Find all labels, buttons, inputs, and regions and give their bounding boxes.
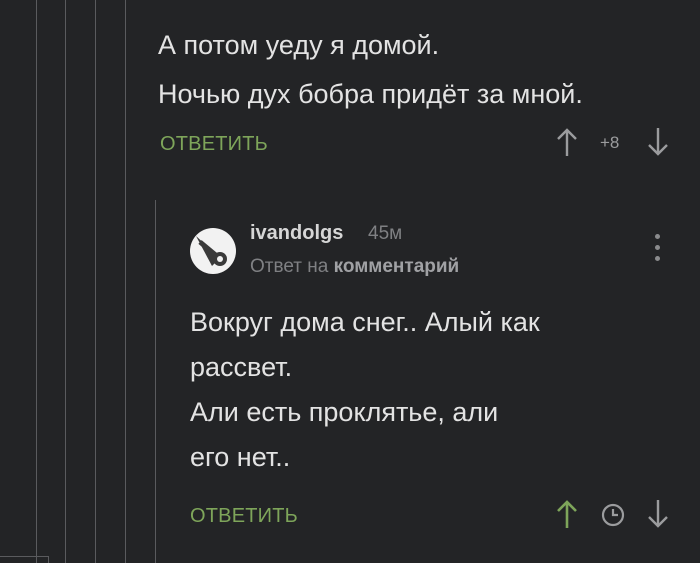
user-avatar-icon [196,236,227,266]
comment-text: А потом уеду я домой. Ночью дух бобра пр… [158,21,583,119]
upvote-arrow-icon[interactable] [556,126,578,158]
upvote-arrow-icon[interactable] [556,498,578,530]
clock-icon [601,503,625,527]
reply-to-prefix: Ответ на [250,256,329,277]
thread-line-3 [95,0,96,563]
thread-line-4 [125,0,126,563]
comment-line: Вокруг дома снег.. Алый как [190,307,540,337]
comment-line: рассвет. [190,352,293,382]
collapsed-thread-marker[interactable] [0,556,49,563]
downvote-arrow-icon[interactable] [647,126,669,158]
username[interactable]: ivandolgs [250,222,343,245]
reply-to-line: Ответ на комментарий [250,256,459,278]
thread-line-5 [155,200,156,563]
comment-line: А потом уеду я домой. [158,30,440,60]
thread-line-1 [36,0,37,563]
comment-time: 45м [368,223,403,244]
reply-button[interactable]: ОТВЕТИТЬ [160,133,268,156]
comment-line: Ночью дух бобра придёт за мной. [158,79,583,109]
comment-line: Али есть проклятье, али [190,397,499,427]
thread-line-2 [65,0,66,563]
more-vertical-icon[interactable] [655,234,661,264]
avatar[interactable] [190,228,236,274]
comment-text: Вокруг дома снег.. Алый как рассвет. Али… [190,300,540,480]
reply-to-link[interactable]: комментарий [334,256,460,277]
rating-count: +8 [600,133,620,152]
comment-line: его нет.. [190,442,291,472]
reply-button[interactable]: ОТВЕТИТЬ [190,505,298,528]
downvote-arrow-icon[interactable] [647,498,669,530]
